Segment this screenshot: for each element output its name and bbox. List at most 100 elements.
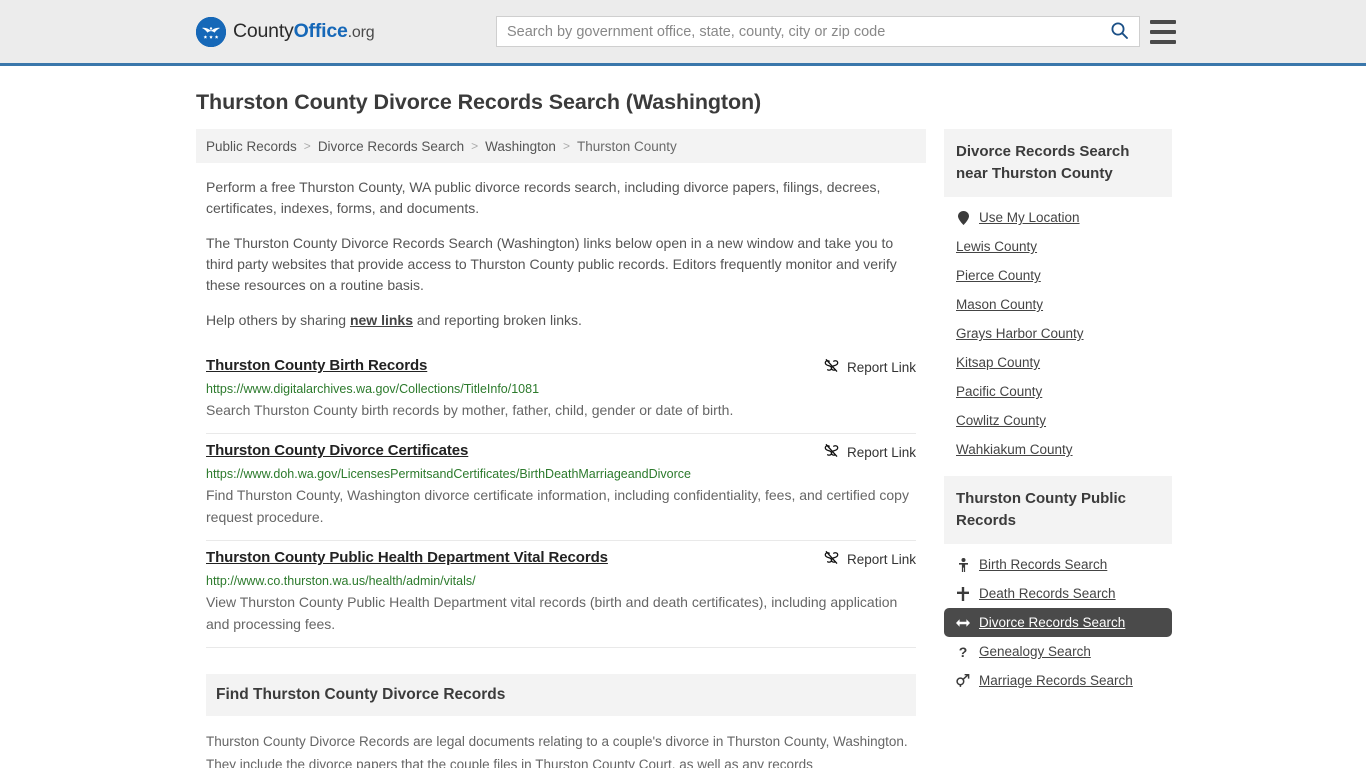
find-section-text: Thurston County Divorce Records are lega…: [206, 734, 908, 768]
find-section-heading: Find Thurston County Divorce Records: [216, 686, 506, 703]
sidebar-nearby-item-pierce-county[interactable]: Pierce County: [944, 261, 1172, 290]
search-button[interactable]: [1099, 17, 1139, 46]
sidebar-nearby-heading: Divorce Records Search near Thurston Cou…: [944, 129, 1172, 197]
result-title-link[interactable]: Thurston County Public Health Department…: [206, 549, 608, 566]
sidebar-nearby-item-mason-county[interactable]: Mason County: [944, 290, 1172, 319]
sidebar-nearby-item-label[interactable]: Use My Location: [979, 210, 1080, 225]
result-header: Thurston County Birth Records Report Link: [206, 357, 916, 376]
main-column: Public Records > Divorce Records Search > Wa…: [196, 129, 926, 768]
sidebar-nearby-item-label[interactable]: Pacific County: [956, 384, 1042, 399]
sidebar-record-item-divorce-records-search[interactable]: Divorce Records Search: [944, 608, 1172, 637]
sidebar-record-item-death-records-search[interactable]: Death Records Search: [944, 579, 1172, 608]
intro-paragraph-3: Help others by sharing new links and rep…: [206, 310, 916, 331]
sidebar-record-item-marriage-records-search[interactable]: Marriage Records Search: [944, 666, 1172, 695]
breadcrumb: Public Records > Divorce Records Search > Wa…: [196, 129, 926, 163]
sidebar-nearby-item-label[interactable]: Wahkiakum County: [956, 442, 1073, 457]
logo-text-county: County: [233, 20, 294, 42]
sidebar-nearby-box: Divorce Records Search near Thurston Cou…: [944, 129, 1172, 464]
intro-p3-after: and reporting broken links.: [413, 312, 582, 328]
sidebar-nearby-item-label[interactable]: Grays Harbor County: [956, 326, 1084, 341]
sidebar-record-item-label[interactable]: Genealogy Search: [979, 644, 1091, 659]
map-pin-icon: [956, 210, 970, 225]
result-url: https://www.doh.wa.gov/LicensesPermitsan…: [206, 467, 691, 481]
broken-link-icon: [824, 550, 839, 568]
sidebar-nearby-item-label[interactable]: Pierce County: [956, 268, 1041, 283]
sidebar-nearby-item-cowlitz-county[interactable]: Cowlitz County: [944, 406, 1172, 435]
sidebar-public-records-heading: Thurston County Public Records: [944, 476, 1172, 544]
report-link-label: Report Link: [846, 444, 916, 460]
sidebar-nearby-item-pacific-county[interactable]: Pacific County: [944, 377, 1172, 406]
sidebar-nearby-list: Use My Location Lewis County Pierce County…: [944, 197, 1172, 464]
baby-icon: [956, 557, 970, 572]
sidebar-record-item-label[interactable]: Death Records Search: [979, 586, 1116, 601]
find-section-header: Find Thurston County Divorce Records: [206, 674, 916, 716]
sidebar-nearby-item-label[interactable]: Mason County: [956, 297, 1043, 312]
results-list: Thurston County Birth Records Report Link…: [196, 345, 926, 648]
sidebar-record-item-label[interactable]: Birth Records Search: [979, 557, 1107, 572]
new-links-link[interactable]: new links: [350, 312, 413, 328]
find-section-body: Thurston County Divorce Records are lega…: [196, 716, 926, 768]
result-title-link[interactable]: Thurston County Divorce Certificates: [206, 442, 468, 459]
intro-paragraph-2: The Thurston County Divorce Records Sear…: [206, 235, 897, 293]
sidebar-record-item-birth-records-search[interactable]: Birth Records Search: [944, 550, 1172, 579]
broken-link-icon: [824, 358, 839, 376]
breadcrumb-link-divorce-records-search[interactable]: Divorce Records Search: [318, 139, 464, 154]
sidebar-public-records-list: Birth Records Search Death Records Search…: [944, 544, 1172, 695]
result-title-link[interactable]: Thurston County Birth Records: [206, 357, 427, 374]
intro-paragraph-1: Perform a free Thurston County, WA publi…: [206, 179, 881, 216]
breadcrumb-current-thurston-county: Thurston County: [576, 138, 677, 154]
search-icon: [1110, 21, 1129, 43]
report-link-button[interactable]: Report Link: [810, 442, 916, 461]
hamburger-bar: [1150, 19, 1176, 24]
sidebar-record-item-label[interactable]: Marriage Records Search: [979, 673, 1133, 688]
male-female-icon: [956, 674, 970, 687]
sidebar-record-item-label[interactable]: Divorce Records Search: [979, 615, 1125, 630]
site-logo[interactable]: CountyOffice.org: [196, 16, 375, 47]
result-header: Thurston County Divorce Certificates Repo…: [206, 442, 916, 461]
sidebar-public-records-box: Thurston County Public Records Birth Rec…: [944, 476, 1172, 695]
breadcrumb-separator: >: [303, 139, 311, 153]
logo-text-tld: .org: [347, 24, 375, 41]
hamburger-bar: [1150, 29, 1176, 34]
sidebar: Divorce Records Search near Thurston Cou…: [944, 129, 1172, 707]
report-link-label: Report Link: [846, 359, 916, 375]
content-columns: Public Records > Divorce Records Search > Wa…: [196, 129, 1172, 768]
intro-p3-before: Help others by sharing: [206, 312, 350, 328]
sidebar-nearby-item-use-my-location[interactable]: Use My Location: [944, 203, 1172, 232]
eagle-seal-icon: [196, 16, 226, 47]
sidebar-nearby-item-label[interactable]: Cowlitz County: [956, 413, 1046, 428]
cross-icon: [956, 586, 970, 601]
breadcrumb-separator: >: [562, 139, 570, 153]
breadcrumb-separator: >: [471, 139, 479, 153]
sidebar-nearby-item-label[interactable]: Lewis County: [956, 239, 1037, 254]
report-link-label: Report Link: [846, 551, 916, 567]
result-url: https://www.digitalarchives.wa.gov/Colle…: [206, 382, 540, 396]
breadcrumb-link-washington[interactable]: Washington: [485, 139, 556, 154]
sidebar-nearby-item-wahkiakum-county[interactable]: Wahkiakum County: [944, 435, 1172, 464]
result-description: View Thurston County Public Health Depar…: [206, 594, 898, 632]
report-link-button[interactable]: Report Link: [810, 357, 916, 376]
result-item: Thurston County Birth Records Report Link…: [206, 349, 916, 434]
page-container: Thurston County Divorce Records Search (…: [0, 90, 1366, 768]
hamburger-menu-icon[interactable]: [1150, 19, 1176, 44]
intro-section: Perform a free Thurston County, WA publi…: [196, 163, 926, 331]
result-description: Search Thurston County birth records by …: [206, 402, 734, 418]
result-item: Thurston County Public Health Department…: [206, 541, 916, 648]
sidebar-nearby-item-kitsap-county[interactable]: Kitsap County: [944, 348, 1172, 377]
sidebar-nearby-item-label[interactable]: Kitsap County: [956, 355, 1040, 370]
question-mark-icon: ?: [958, 643, 968, 660]
broken-link-icon: [824, 443, 839, 461]
search-bar[interactable]: [496, 16, 1140, 47]
sidebar-nearby-item-grays-harbor-county[interactable]: Grays Harbor County: [944, 319, 1172, 348]
sidebar-nearby-item-lewis-county[interactable]: Lewis County: [944, 232, 1172, 261]
logo-text-office: Office: [293, 20, 348, 42]
breadcrumb-link-public-records[interactable]: Public Records: [206, 139, 297, 154]
sidebar-record-item-genealogy-search[interactable]: ? Genealogy Search: [944, 637, 1172, 666]
search-input[interactable]: [497, 17, 1099, 46]
report-link-button[interactable]: Report Link: [810, 549, 916, 568]
result-header: Thurston County Public Health Department…: [206, 549, 916, 568]
split-arrows-icon: [956, 618, 970, 628]
result-description: Find Thurston County, Washington divorce…: [206, 487, 909, 525]
hamburger-bar: [1150, 39, 1176, 44]
result-url: http://www.co.thurston.wa.us/health/admi…: [206, 574, 476, 588]
